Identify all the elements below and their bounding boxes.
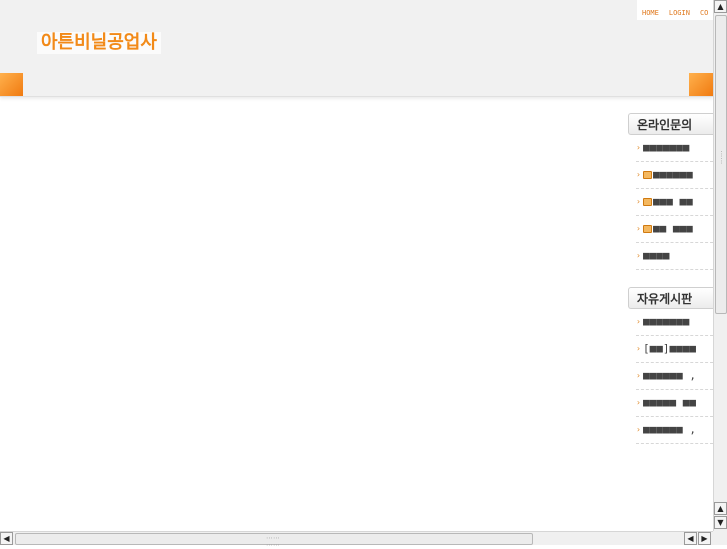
list-item-text: ■■■■■■ ,: [643, 423, 696, 436]
bullet-icon: ›: [636, 143, 641, 152]
decor-orange-right: [689, 73, 713, 96]
grip-icon: ⋯⋯ ⋯⋯: [266, 534, 280, 549]
lock-icon: [643, 171, 652, 179]
arrow-up-icon: ▲: [717, 2, 724, 11]
bullet-icon: ›: [636, 425, 641, 434]
bullet-icon: ›: [636, 344, 641, 353]
list-item-text: ■■■ ■■: [653, 195, 693, 208]
horizontal-scroll-thumb[interactable]: ⋯⋯ ⋯⋯: [15, 533, 533, 549]
free-board-box: 자유게시판 › ■■■■■■■ › [■■]■■■■ › ■■■■■■ , › ■■■■…: [628, 287, 713, 444]
nav-login-link[interactable]: LOGIN: [669, 9, 690, 17]
list-item-text: [■■]■■■■: [643, 342, 696, 355]
bullet-icon: ›: [636, 170, 641, 179]
top-nav: HOME LOGIN CO: [637, 0, 713, 20]
list-item-text: ■■ ■■■: [653, 222, 693, 235]
horizontal-scrollbar[interactable]: ◀ ⋯⋯ ⋯⋯ ◀ ▶: [0, 531, 713, 549]
scroll-right-button[interactable]: ▶: [698, 532, 711, 545]
list-item[interactable]: › ■■■■■■■: [636, 309, 713, 336]
vertical-scrollbar[interactable]: ▲ ⋮⋮⋮⋮ ▲ ▼: [713, 0, 727, 531]
bullet-icon: ›: [636, 371, 641, 380]
bullet-icon: ›: [636, 224, 641, 233]
bullet-icon: ›: [636, 398, 641, 407]
nav-contact-link[interactable]: CO: [700, 9, 708, 17]
scroll-up-button[interactable]: ▲: [714, 0, 727, 13]
arrow-up-icon: ▲: [717, 504, 724, 513]
scroll-up-button-bottom[interactable]: ▲: [714, 502, 727, 515]
arrow-right-icon: ▶: [701, 534, 708, 543]
list-item-text: ■■■■■■■: [643, 315, 690, 328]
list-item[interactable]: › ■■■■■■ ,: [636, 363, 713, 390]
arrow-left-icon: ◀: [687, 534, 694, 543]
bullet-icon: ›: [636, 317, 641, 326]
list-item[interactable]: › ■■■ ■■: [636, 189, 713, 216]
decor-orange-left: [0, 73, 23, 96]
lock-icon: [643, 225, 652, 233]
list-item-text: ■■■■: [643, 249, 670, 262]
list-item[interactable]: › [■■]■■■■: [636, 336, 713, 363]
online-inquiry-list: › ■■■■■■■ › ■■■■■■ › ■■■ ■■ › ■■ ■■■ › ■■■■: [636, 135, 713, 270]
scroll-left-button[interactable]: ◀: [0, 532, 13, 545]
list-item-text: ■■■■■■ ,: [643, 369, 696, 382]
vertical-scroll-thumb[interactable]: ⋮⋮⋮⋮: [715, 15, 727, 314]
bullet-icon: ›: [636, 197, 641, 206]
arrow-left-icon: ◀: [3, 534, 10, 543]
list-item[interactable]: › ■■■■■■ ,: [636, 417, 713, 444]
free-board-list: › ■■■■■■■ › [■■]■■■■ › ■■■■■■ , › ■■■■■ ■■ ›…: [636, 309, 713, 444]
nav-home-link[interactable]: HOME: [642, 9, 659, 17]
list-item[interactable]: › ■■■■■ ■■: [636, 390, 713, 417]
arrow-down-icon: ▼: [717, 518, 724, 527]
scroll-left-button-right[interactable]: ◀: [684, 532, 697, 545]
free-board-title[interactable]: 자유게시판: [628, 287, 713, 309]
scroll-down-button[interactable]: ▼: [714, 516, 727, 529]
bullet-icon: ›: [636, 251, 641, 260]
site-logo[interactable]: 아튼비닐공업사: [37, 32, 161, 54]
list-item[interactable]: › ■■■■■■: [636, 162, 713, 189]
online-inquiry-box: 온라인문의 › ■■■■■■■ › ■■■■■■ › ■■■ ■■ › ■■ ■■■ ›…: [628, 113, 713, 270]
lock-icon: [643, 198, 652, 206]
grip-icon: ⋮⋮⋮⋮: [718, 150, 727, 165]
scrollbar-corner: [713, 531, 727, 545]
list-item-text: ■■■■■ ■■: [643, 396, 696, 409]
list-item[interactable]: › ■■■■■■■: [636, 135, 713, 162]
list-item-text: ■■■■■■: [653, 168, 693, 181]
list-item[interactable]: › ■■■■: [636, 243, 713, 270]
list-item[interactable]: › ■■ ■■■: [636, 216, 713, 243]
site-header: 아튼비닐공업사 HOME LOGIN CO: [0, 0, 713, 97]
online-inquiry-title[interactable]: 온라인문의: [628, 113, 713, 135]
list-item-text: ■■■■■■■: [643, 141, 690, 154]
